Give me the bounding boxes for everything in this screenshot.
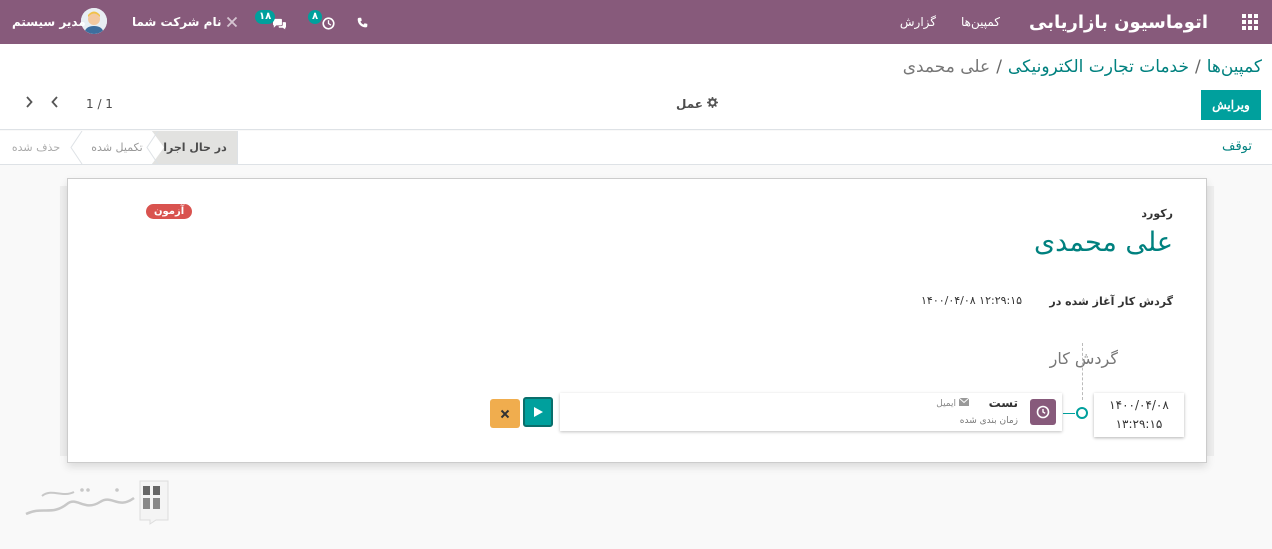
activity-count-badge: ۸ xyxy=(308,10,323,24)
activity-type-label: ایمیل xyxy=(936,398,956,409)
breadcrumb-separator: / xyxy=(996,57,1002,77)
workflow-node xyxy=(1076,407,1088,419)
breadcrumb-campaigns[interactable]: کمپین‌ها xyxy=(1207,57,1262,77)
sheet-shadow xyxy=(1207,186,1214,456)
debug-icon[interactable] xyxy=(226,0,238,44)
phone-icon[interactable] xyxy=(357,0,368,44)
stage-running[interactable]: در حال اجرا xyxy=(152,131,238,164)
watermark-logo xyxy=(22,476,172,526)
gear-icon xyxy=(706,97,718,111)
breadcrumb-campaign[interactable]: خدمات تجارت الکترونیکی xyxy=(1008,57,1189,77)
workflow-date-card: ۱۴۰۰/۰۴/۰۸ ۱۳:۲۹:۱۵ xyxy=(1094,393,1184,437)
breadcrumb-separator: / xyxy=(1194,57,1201,77)
action-menu-label: عمل xyxy=(676,97,703,111)
message-count-badge: ۱۸ xyxy=(255,10,276,24)
close-icon xyxy=(500,409,510,418)
workflow-date: ۱۴۰۰/۰۴/۰۸ xyxy=(1109,398,1169,412)
edit-button[interactable]: ویرایش xyxy=(1201,90,1261,120)
top-navbar: اتوماسیون بازاریابی کمپین‌ها گزارش ۸ ۱۸ … xyxy=(0,0,1272,44)
test-ribbon: آزمون xyxy=(146,204,193,219)
stage-separator xyxy=(70,131,83,164)
workflow-time: ۱۳:۲۹:۱۵ xyxy=(1115,417,1163,431)
app-brand[interactable]: اتوماسیون بازاریابی xyxy=(1029,0,1208,44)
action-menu[interactable]: عمل xyxy=(676,97,718,111)
menu-report[interactable]: گزارش xyxy=(900,0,936,44)
breadcrumb: کمپین‌ها / خدمات تجارت الکترونیکی / علی … xyxy=(903,57,1262,77)
messages-icon[interactable] xyxy=(272,2,287,46)
company-switcher[interactable]: نام شرکت شما xyxy=(132,0,221,44)
record-label: رکورد xyxy=(1141,207,1173,220)
apps-menu-icon[interactable] xyxy=(1242,0,1260,44)
workflow-connector xyxy=(1063,413,1075,414)
menu-campaigns[interactable]: کمپین‌ها xyxy=(961,0,1000,44)
activity-card[interactable]: تست ایمیل زمان بندی شده xyxy=(560,393,1062,431)
control-panel: کمپین‌ها / خدمات تجارت الکترونیکی / علی … xyxy=(0,44,1272,130)
play-icon xyxy=(534,407,543,417)
workflow-connector xyxy=(1082,343,1083,400)
pager-previous-icon[interactable] xyxy=(20,91,38,113)
envelope-icon xyxy=(958,397,970,409)
status-bar: توقف در حال اجرا تکمیل شده حذف شده xyxy=(0,131,1272,165)
breadcrumb-current: علی محمدی xyxy=(902,57,991,77)
workflow-started-label: گردش کار آغاز شده در xyxy=(1049,295,1173,308)
cancel-activity-button[interactable] xyxy=(490,399,520,428)
pager-next-icon[interactable] xyxy=(46,91,64,113)
pager-value[interactable]: 1 / 1 xyxy=(86,97,113,111)
stage-done[interactable]: تکمیل شده xyxy=(76,131,158,164)
clock-icon xyxy=(1030,399,1056,425)
user-menu[interactable]: مدیر سیستم xyxy=(12,0,86,44)
workflow-started-value: ۱۴۰۰/۰۴/۰۸ ۱۲:۲۹:۱۵ xyxy=(921,294,1023,307)
sheet-shadow xyxy=(60,186,67,456)
execute-button[interactable] xyxy=(523,397,553,427)
activity-clock-icon[interactable] xyxy=(322,1,335,45)
stop-button[interactable]: توقف xyxy=(1222,139,1252,154)
stage-cancelled[interactable]: حذف شده xyxy=(0,131,72,164)
workflow-title: گردش کار xyxy=(1049,349,1118,368)
activity-title: تست xyxy=(988,396,1018,410)
activity-type: ایمیل xyxy=(936,397,970,409)
record-name[interactable]: علی محمدی xyxy=(1034,227,1173,258)
activity-status: زمان بندی شده xyxy=(959,416,1018,426)
form-sheet: آزمون رکورد علی محمدی گردش کار آغاز شده … xyxy=(67,178,1207,463)
